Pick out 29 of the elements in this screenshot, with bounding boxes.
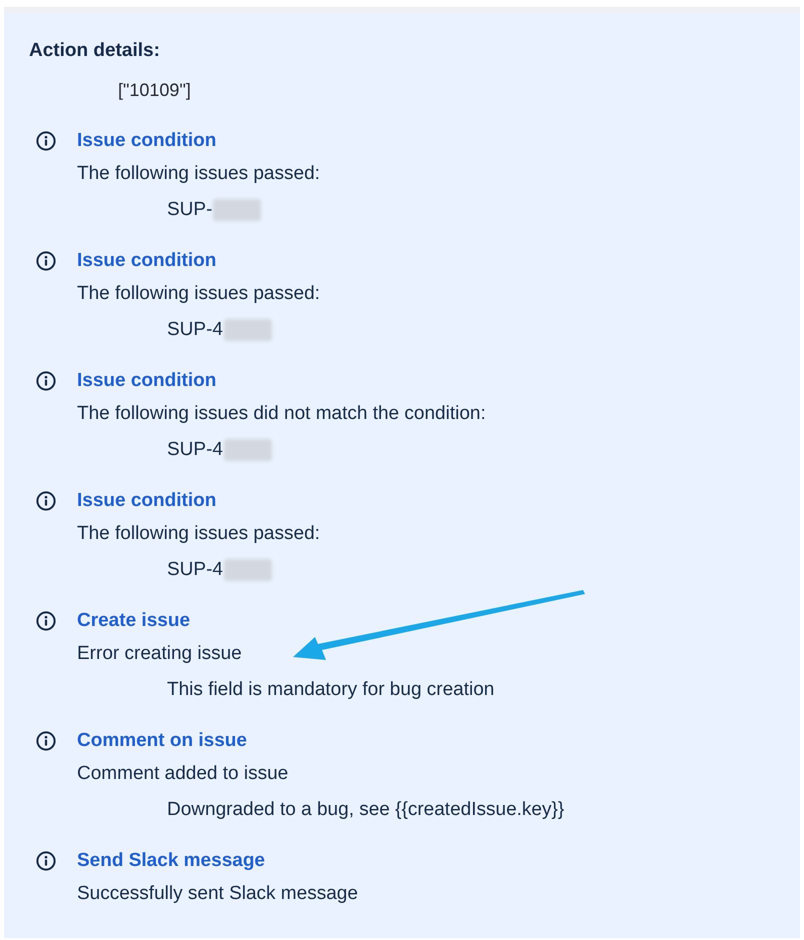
entry-title-link[interactable]: Issue condition	[77, 365, 216, 397]
info-icon	[36, 851, 56, 871]
entry-title-link[interactable]: Issue condition	[77, 125, 216, 157]
entry-message: Comment added to issue	[77, 762, 290, 786]
entry-message: The following issues passed:	[77, 522, 321, 546]
section-title: Action details:	[29, 39, 161, 63]
entry-detail: This field is mandatory for bug creation	[167, 678, 494, 702]
entry-message: Error creating issue	[77, 642, 243, 666]
info-icon	[36, 611, 56, 631]
entry-message: The following issues passed:	[77, 282, 321, 306]
entry-message: The following issues passed:	[77, 162, 321, 186]
info-icon	[36, 251, 56, 271]
entry-title-link[interactable]: Send Slack message	[77, 845, 265, 877]
info-icon	[36, 371, 56, 391]
entry-message: Successfully sent Slack message	[77, 882, 359, 906]
entry-detail: SUP-	[167, 198, 212, 222]
entry-detail: SUP-4	[167, 318, 223, 342]
info-icon	[36, 491, 56, 511]
entry-title-link[interactable]: Issue condition	[77, 485, 216, 517]
entry-message: The following issues did not match the condition:	[77, 402, 487, 426]
action-value: ["10109"]	[118, 79, 192, 102]
info-icon	[36, 131, 56, 151]
entry-title-link[interactable]: Create issue	[77, 605, 190, 637]
entry-title-link[interactable]: Issue condition	[77, 245, 216, 277]
entry-detail: SUP-4	[167, 558, 223, 582]
entry-detail: Downgraded to a bug, see {{createdIssue.key}}	[167, 798, 564, 822]
entry-detail: SUP-4	[167, 438, 223, 462]
info-icon	[36, 731, 56, 751]
entry-title-link[interactable]: Comment on issue	[77, 725, 247, 757]
